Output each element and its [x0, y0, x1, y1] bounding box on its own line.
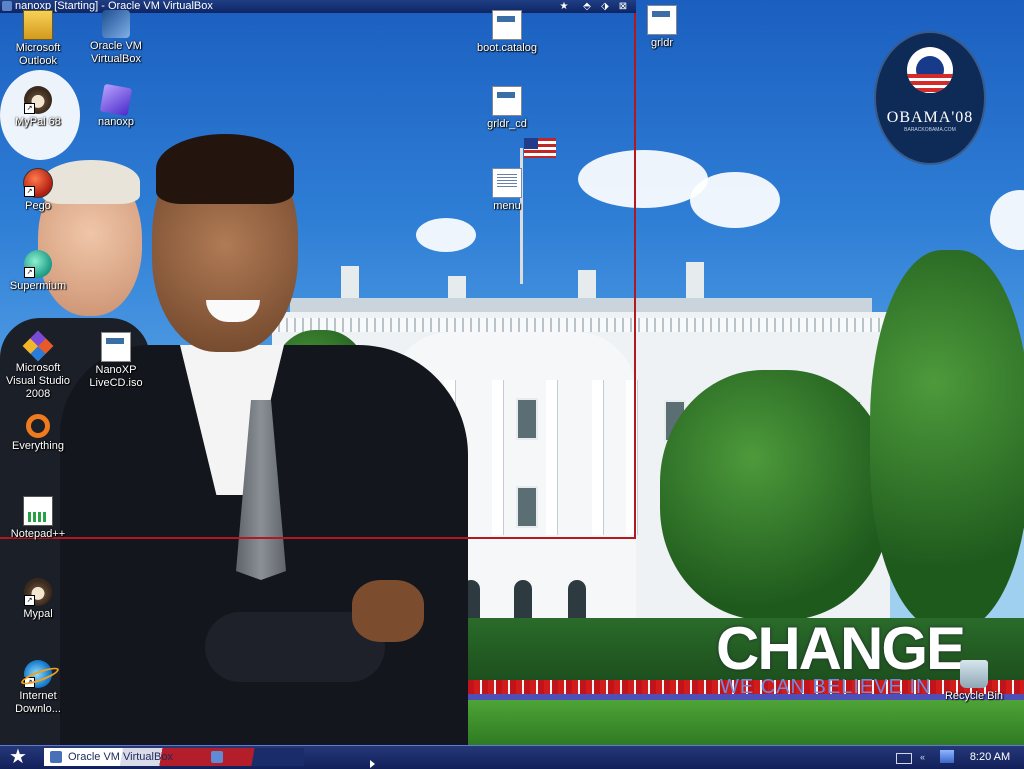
quick-launch-virtualbox-icon[interactable]	[211, 751, 223, 763]
minimize-button[interactable]: ⬘	[581, 1, 593, 12]
icon-label: grldr_cd	[487, 118, 527, 130]
icon-label: grldr	[650, 37, 673, 49]
icon-label: Recycle Bin	[944, 690, 1004, 702]
file-icon	[492, 86, 522, 116]
mypal-icon: ↗	[24, 86, 52, 114]
iso-file-icon	[101, 332, 131, 362]
shortcut-arrow-icon: ↗	[24, 677, 35, 688]
cube-icon	[99, 83, 133, 117]
maximize-button[interactable]: ⬗	[599, 1, 611, 12]
icon-label: Pego	[25, 200, 51, 212]
tree	[660, 370, 890, 620]
pin-icon[interactable]: ★	[558, 1, 570, 12]
recycle-bin-icon	[960, 660, 988, 688]
tree	[870, 250, 1024, 630]
internet-download-icon: ↗	[24, 660, 52, 688]
obama-hand	[352, 580, 424, 642]
mypal-icon: ↗	[24, 578, 52, 606]
icon-label: MyPal 68	[15, 116, 61, 128]
shortcut-arrow-icon: ↗	[24, 103, 35, 114]
shortcut-arrow-icon: ↗	[24, 186, 35, 197]
desktop-icon-boot-catalog[interactable]: boot.catalog	[469, 10, 545, 55]
taskbar: ★ Oracle VM VirtualBox « 8:20 AM	[0, 745, 1024, 769]
supermium-icon: ↗	[24, 250, 52, 278]
pego-icon: ↗	[23, 168, 53, 198]
icon-label: menu	[493, 200, 521, 212]
obama-o-icon	[907, 47, 953, 93]
virtualbox-icon	[102, 10, 130, 38]
desktop-icon-microsoft-outlook[interactable]: Microsoft Outlook	[0, 10, 76, 68]
file-icon	[492, 10, 522, 40]
shortcut-arrow-icon: ↗	[24, 595, 35, 606]
icon-label: Internet Downlo...	[15, 690, 61, 715]
icon-label: Notepad++	[10, 528, 66, 540]
desktop-icon-mypal[interactable]: ↗ Mypal	[0, 578, 76, 621]
logo-text: OBAMA'08	[886, 109, 974, 126]
icon-label: Microsoft Outlook	[15, 42, 61, 67]
icon-label: Mypal	[23, 608, 53, 620]
slogan-subtitle: WE CAN BELIEVE IN	[720, 676, 932, 698]
icon-label: Supermium	[9, 280, 67, 292]
arch	[514, 580, 532, 620]
everything-icon	[26, 414, 50, 438]
logo-subtext: BARACKOBAMA.COM	[904, 127, 956, 133]
obama-08-logo: OBAMA'08 BARACKOBAMA.COM	[876, 33, 984, 163]
document-icon	[492, 168, 522, 198]
notepad-plus-icon	[23, 496, 53, 526]
shortcut-arrow-icon: ↗	[24, 267, 35, 278]
icon-label: boot.catalog	[477, 42, 537, 54]
network-icon[interactable]	[940, 750, 954, 763]
mouse-cursor-icon	[370, 760, 375, 768]
icon-label: Microsoft Visual Studio 2008	[5, 362, 70, 400]
tray-expand-icon[interactable]: «	[920, 750, 930, 764]
chimney	[686, 262, 704, 298]
desktop-icon-oracle-vm-virtualbox[interactable]: Oracle VM VirtualBox	[78, 10, 154, 66]
cloud	[690, 172, 780, 228]
desktop-icon-grldr[interactable]: grldr	[624, 5, 700, 50]
desktop-icon-grldr-cd[interactable]: grldr_cd	[469, 86, 545, 131]
icon-label: Oracle VM VirtualBox	[90, 40, 142, 65]
desktop-icon-visual-studio-2008[interactable]: Microsoft Visual Studio 2008	[0, 330, 76, 401]
file-icon	[647, 5, 677, 35]
desktop-icon-supermium[interactable]: ↗ Supermium	[0, 250, 76, 293]
keyboard-icon[interactable]	[896, 753, 912, 764]
cloud	[990, 190, 1024, 250]
icon-label: nanoxp	[97, 116, 135, 128]
desktop-icon-internet-download-manager[interactable]: ↗ Internet Downlo...	[0, 660, 76, 716]
desktop-icon-mypal-68[interactable]: ↗ MyPal 68	[0, 86, 76, 129]
virtualbox-icon	[50, 751, 62, 763]
start-button[interactable]: ★	[4, 746, 32, 768]
icon-label: Everything	[12, 440, 64, 452]
outlook-icon	[23, 10, 53, 40]
arch	[568, 580, 586, 620]
visual-studio-icon	[22, 330, 54, 362]
icon-label: NanoXP LiveCD.iso	[89, 364, 143, 389]
desktop-icon-everything[interactable]: Everything	[0, 414, 76, 453]
taskbar-button-label: Oracle VM VirtualBox	[68, 751, 173, 763]
clock[interactable]: 8:20 AM	[962, 746, 1018, 768]
desktop-icon-recycle-bin[interactable]: Recycle Bin	[936, 660, 1012, 703]
desktop-icon-nanoxp[interactable]: nanoxp	[78, 83, 154, 129]
desktop-icon-menu[interactable]: menu	[469, 168, 545, 213]
desktop-icon-pego[interactable]: ↗ Pego	[0, 168, 76, 213]
desktop-icon-nanoxp-livecd-iso[interactable]: NanoXP LiveCD.iso	[78, 332, 154, 390]
slogan-title: CHANGE	[716, 615, 966, 682]
desktop-icon-notepad-plus-plus[interactable]: Notepad++	[0, 496, 76, 541]
taskbar-button-virtualbox[interactable]: Oracle VM VirtualBox	[44, 748, 304, 766]
